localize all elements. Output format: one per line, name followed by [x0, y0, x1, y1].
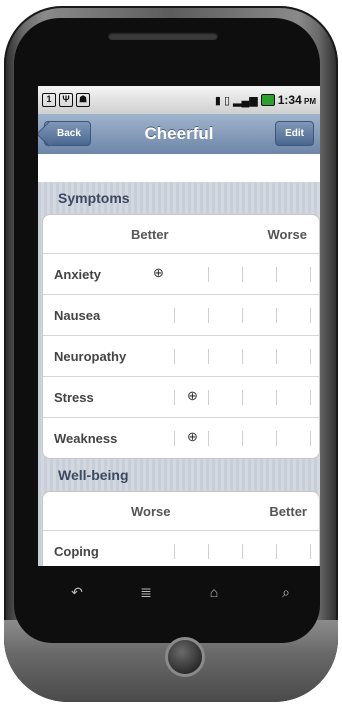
scale-header: Better Worse: [43, 215, 319, 254]
android-debug-icon: ☗: [76, 93, 90, 107]
scale-tick[interactable]: [276, 431, 277, 446]
scale-tick[interactable]: [174, 544, 175, 559]
scale-tick[interactable]: [174, 308, 175, 323]
rating-row-label: Coping: [54, 543, 99, 559]
scale-right-label: Better: [269, 503, 307, 519]
rating-row[interactable]: Neuropathy: [43, 336, 319, 377]
scale-tick[interactable]: [208, 267, 209, 282]
scale-tick[interactable]: [242, 267, 243, 282]
earpiece-speaker: [108, 32, 218, 40]
clock: 1:34 PM: [277, 93, 316, 107]
trackball[interactable]: [165, 637, 205, 677]
scale-tick[interactable]: [310, 431, 311, 446]
scale-tick[interactable]: [276, 390, 277, 405]
rating-row[interactable]: Stress ⊕: [43, 377, 319, 418]
rating-row[interactable]: Nausea: [43, 295, 319, 336]
back-icon[interactable]: ↶: [62, 584, 92, 601]
rating-row[interactable]: Coping: [43, 531, 319, 566]
section-header: Well-being: [58, 467, 129, 483]
edit-button[interactable]: Edit: [275, 121, 314, 146]
rating-marker-icon[interactable]: ⊕: [152, 266, 165, 279]
usb-icon: Ψ: [59, 93, 73, 107]
menu-icon[interactable]: ≣: [131, 584, 161, 601]
rating-row[interactable]: Weakness ⊕: [43, 418, 319, 458]
scale-tick[interactable]: [174, 390, 175, 405]
search-icon[interactable]: ⌕: [271, 584, 301, 601]
status-bar: 1 Ψ ☗ ▮ ▯ ▂▄▆ 1:34 PM: [38, 86, 320, 114]
rating-marker-icon[interactable]: ⊕: [186, 389, 199, 402]
scale-header: Worse Better: [43, 492, 319, 531]
scale-tick[interactable]: [242, 308, 243, 323]
rating-marker-icon[interactable]: ⊕: [186, 430, 199, 443]
scale-tick[interactable]: [276, 267, 277, 282]
scale-tick[interactable]: [242, 544, 243, 559]
scale-tick[interactable]: [310, 267, 311, 282]
scale-tick[interactable]: [276, 349, 277, 364]
section-card: Worse Better Coping: [42, 491, 320, 566]
back-button[interactable]: Back: [44, 121, 91, 146]
signal-bars-icon: ▂▄▆: [233, 94, 258, 107]
scale-tick[interactable]: [242, 431, 243, 446]
rating-row-label: Stress: [54, 389, 94, 405]
home-icon[interactable]: ⌂: [199, 584, 229, 600]
scale-tick[interactable]: [276, 544, 277, 559]
scale-tick[interactable]: [174, 431, 175, 446]
scale-tick[interactable]: [242, 349, 243, 364]
rating-row-label: Nausea: [54, 307, 101, 323]
battery-icon: [260, 94, 275, 106]
scale-tick[interactable]: [208, 349, 209, 364]
page-title: Cheerful: [144, 124, 214, 143]
scale-right-label: Worse: [267, 226, 308, 242]
scale-left-label: Better: [131, 226, 169, 242]
scale-tick[interactable]: [208, 390, 209, 405]
scale-tick[interactable]: [310, 390, 311, 405]
scale-tick[interactable]: [208, 544, 209, 559]
scale-tick[interactable]: [208, 431, 209, 446]
scale-tick[interactable]: [242, 390, 243, 405]
nav-bar: Back Cheerful Edit: [38, 114, 320, 154]
wifi-icon: ▮: [214, 94, 221, 107]
scale-tick[interactable]: [208, 308, 209, 323]
rating-row-label: Anxiety: [54, 266, 101, 282]
rating-row-label: Neuropathy: [54, 348, 127, 364]
scale-tick[interactable]: [310, 544, 311, 559]
notification-count-icon: 1: [42, 93, 56, 107]
top-spacer: [38, 154, 320, 182]
screen: 1 Ψ ☗ ▮ ▯ ▂▄▆ 1:34 PM Back Cheerful Edit…: [38, 86, 320, 566]
rating-row-label: Weakness: [54, 430, 118, 446]
phone-signal-icon: ▯: [223, 94, 231, 107]
section-header: Symptoms: [58, 190, 130, 206]
section-card: Better Worse Anxiety ⊕ Nausea Neuropathy Stres…: [42, 214, 320, 459]
rating-row[interactable]: Anxiety ⊕: [43, 254, 319, 295]
scale-tick[interactable]: [310, 349, 311, 364]
scale-tick[interactable]: [174, 349, 175, 364]
scale-left-label: Worse: [131, 503, 171, 519]
scale-tick[interactable]: [276, 308, 277, 323]
scale-tick[interactable]: [310, 308, 311, 323]
sections-list: Symptoms Better Worse Anxiety ⊕ Nausea Neuropa…: [38, 182, 320, 566]
